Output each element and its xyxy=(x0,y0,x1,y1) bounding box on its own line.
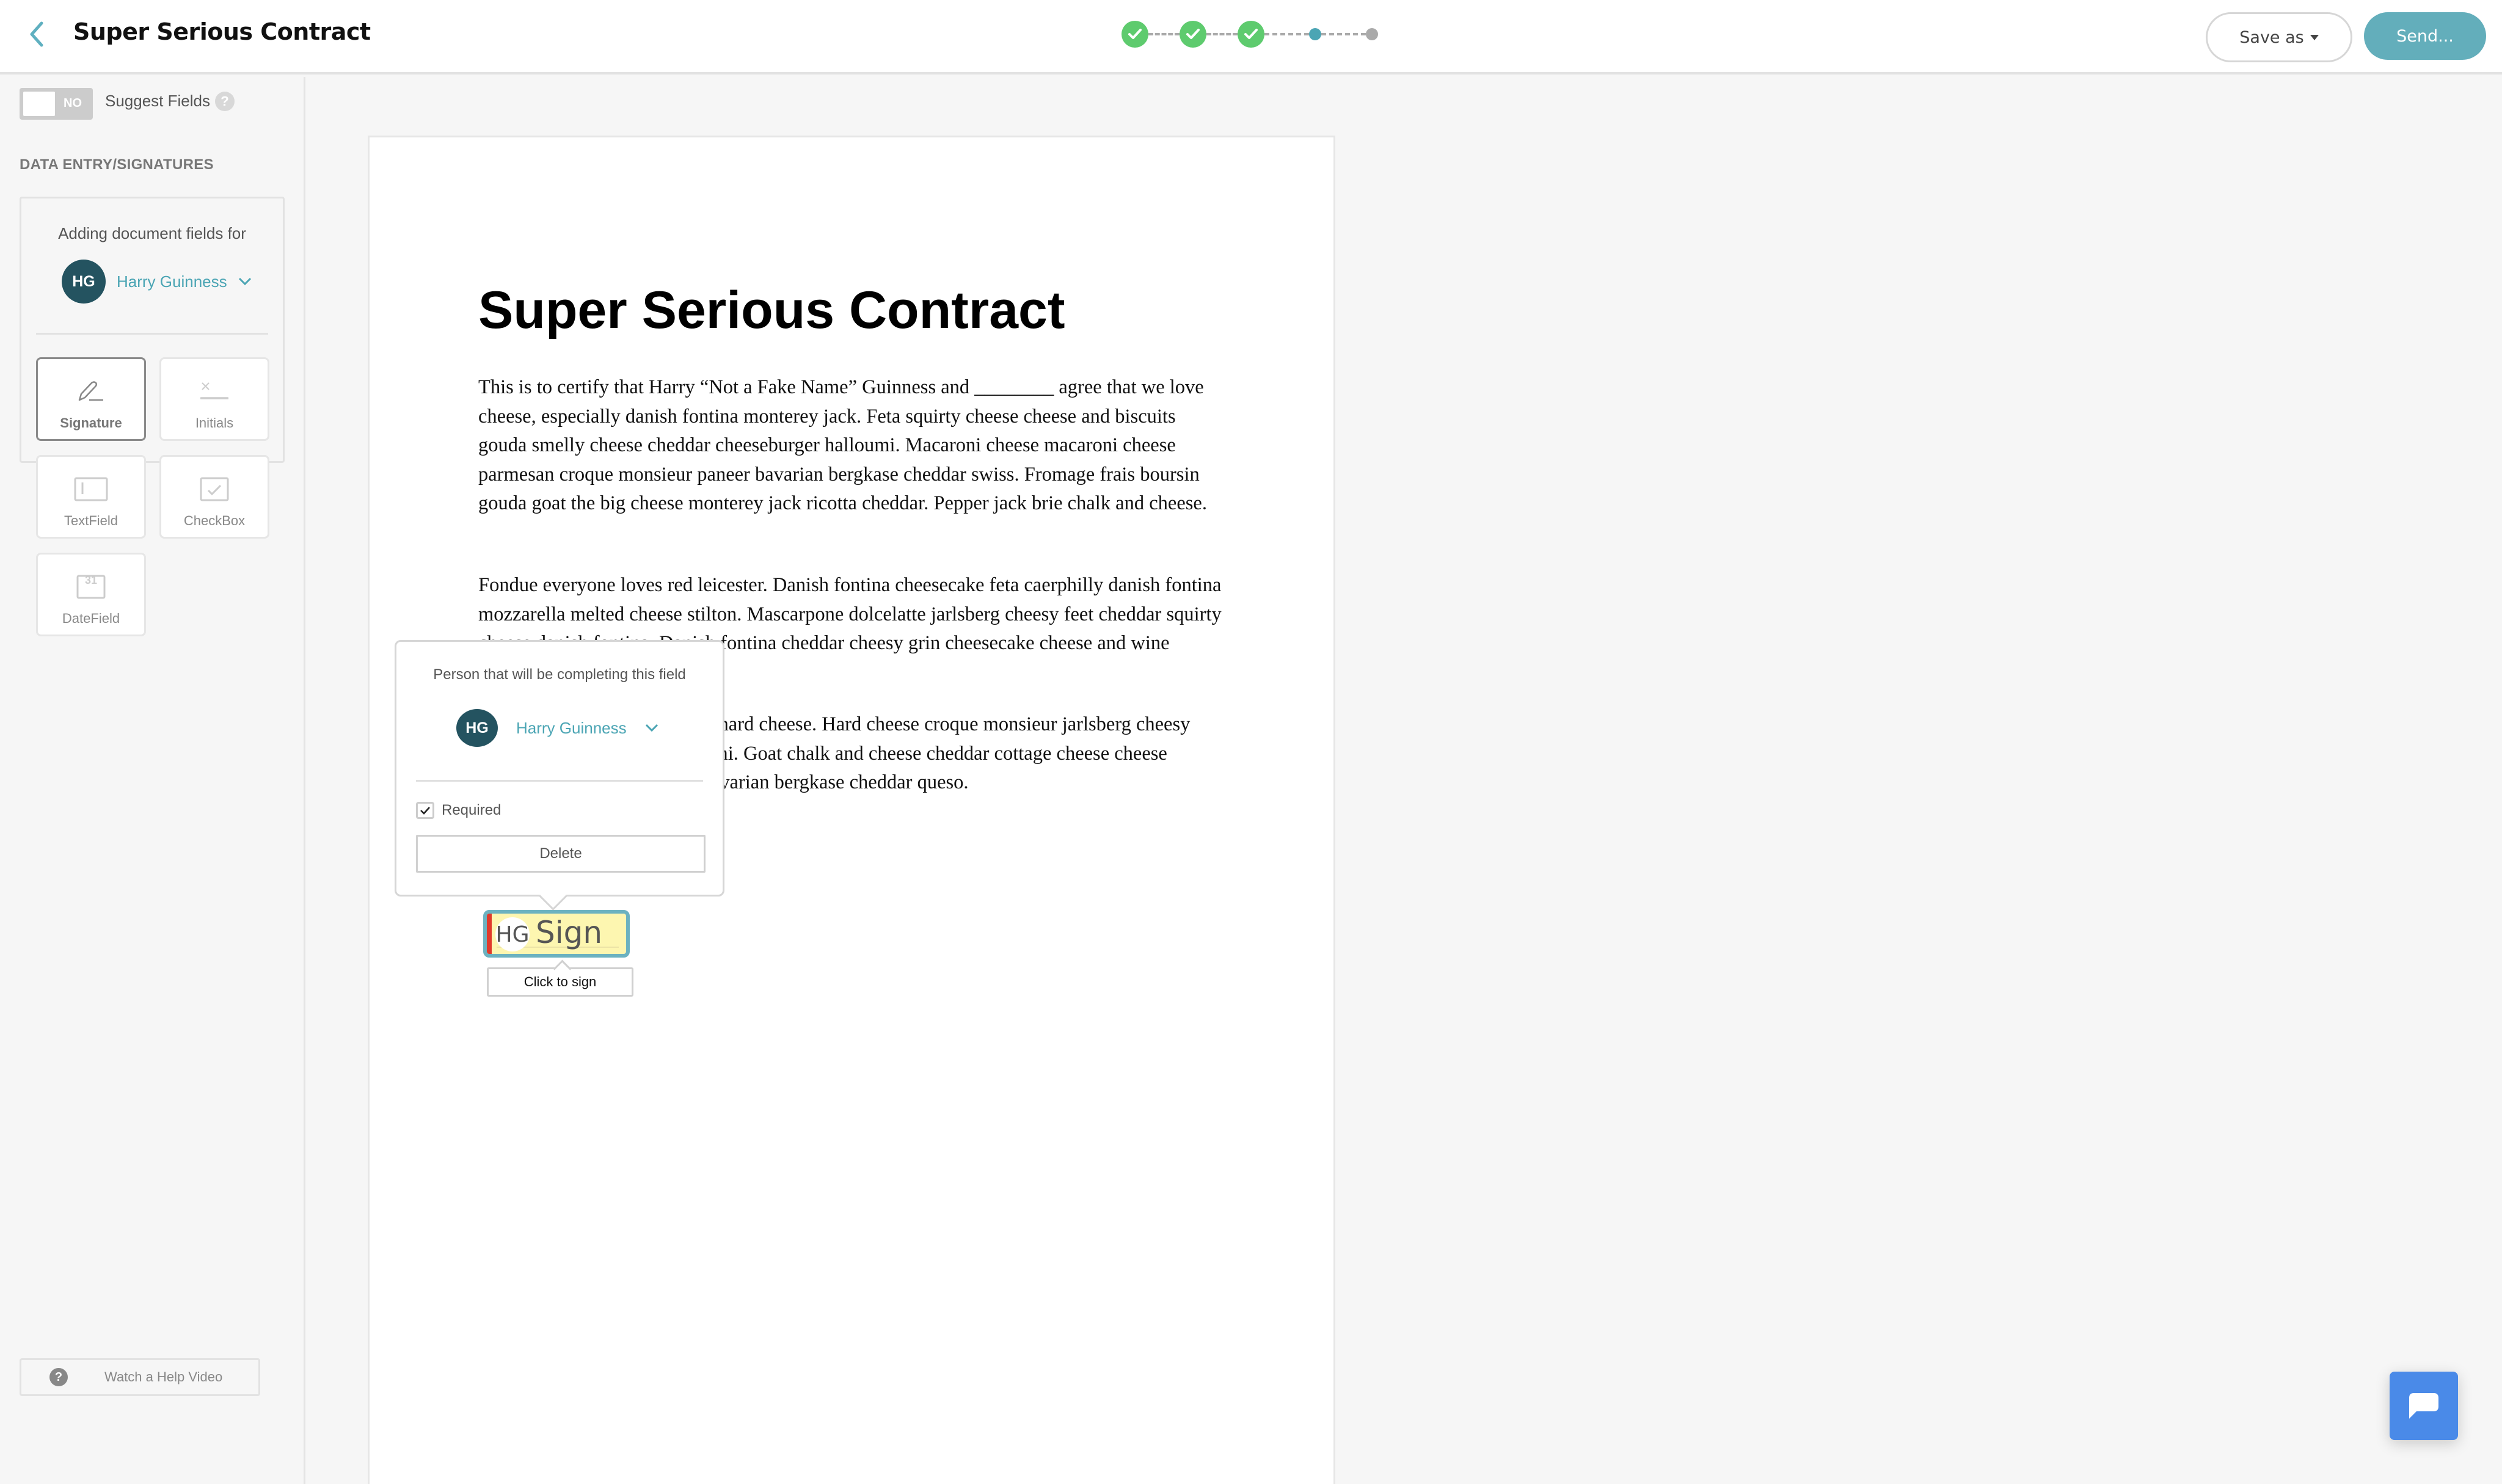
assignee-selector[interactable]: HG Harry Guinness xyxy=(62,260,252,304)
divider xyxy=(36,333,268,335)
tile-label: Initials xyxy=(195,415,234,431)
chevron-down-icon xyxy=(238,277,251,286)
progress-stepper xyxy=(1122,21,1378,48)
avatar: HG xyxy=(456,709,498,747)
fields-panel: Adding document fields for HG Harry Guin… xyxy=(20,197,285,636)
field-assignee-selector[interactable]: HG Harry Guinness xyxy=(456,709,658,747)
required-checkbox[interactable] xyxy=(416,802,434,819)
check-icon xyxy=(1128,29,1142,39)
field-type-initials[interactable]: Initials xyxy=(159,357,269,441)
step-1-complete[interactable] xyxy=(1122,21,1148,48)
sidebar: NO Suggest Fields ? DATA ENTRY/SIGNATURE… xyxy=(0,77,305,1484)
step-4-current[interactable] xyxy=(1309,28,1321,40)
step-3-complete[interactable] xyxy=(1238,21,1264,48)
save-as-button[interactable]: Save as xyxy=(2206,12,2352,62)
top-header: Super Serious Contract Save as Send... xyxy=(0,0,2502,75)
required-row: Required xyxy=(416,802,501,819)
required-label: Required xyxy=(442,802,501,818)
field-type-textfield[interactable]: TextField xyxy=(36,455,146,539)
step-connector xyxy=(1206,33,1238,35)
tile-label: CheckBox xyxy=(183,513,246,528)
tile-label: TextField xyxy=(64,513,119,528)
step-2-complete[interactable] xyxy=(1180,21,1206,48)
send-button[interactable]: Send... xyxy=(2364,12,2486,60)
toggle-state-label: NO xyxy=(64,96,82,110)
divider xyxy=(416,780,703,782)
assignee-name: Harry Guinness xyxy=(117,272,227,291)
delete-field-button[interactable]: Delete xyxy=(416,835,706,873)
chat-bubble-icon xyxy=(2409,1393,2438,1419)
help-video-label: Watch a Help Video xyxy=(104,1369,223,1384)
step-connector xyxy=(1148,33,1180,35)
calendar-day: 31 xyxy=(84,574,98,586)
assignee-name: Harry Guinness xyxy=(516,718,627,737)
adding-fields-label: Adding document fields for xyxy=(58,224,246,242)
text-field-icon xyxy=(74,477,108,501)
watch-help-video-button[interactable]: ? Watch a Help Video xyxy=(20,1358,260,1396)
document-paragraph: This is to certify that Harry “Not a Fak… xyxy=(478,376,1207,514)
check-icon xyxy=(1244,29,1258,39)
suggest-fields-toggle[interactable]: NO xyxy=(20,88,93,120)
toggle-knob xyxy=(23,92,55,116)
suggest-fields-label: Suggest Fields xyxy=(105,92,210,110)
check-icon xyxy=(420,807,430,815)
chevron-down-icon xyxy=(645,724,658,732)
tile-label: Signature xyxy=(60,415,122,431)
tile-label: DateField xyxy=(62,611,120,626)
field-type-datefield[interactable]: 31 DateField xyxy=(36,553,146,636)
back-button[interactable] xyxy=(24,21,49,48)
signer-initials-badge: HG xyxy=(495,917,530,951)
check-icon xyxy=(1186,29,1200,39)
pen-signature-icon xyxy=(78,381,103,401)
step-connector xyxy=(1264,33,1309,35)
caret-down-icon xyxy=(2310,34,2319,40)
help-icon[interactable]: ? xyxy=(215,92,235,111)
chat-button[interactable] xyxy=(2390,1372,2458,1440)
click-to-sign-tooltip: Click to sign xyxy=(487,967,633,997)
initials-icon xyxy=(200,382,228,399)
checkbox-icon xyxy=(200,477,229,501)
save-as-label: Save as xyxy=(2239,27,2304,47)
question-circle-icon: ? xyxy=(49,1368,68,1386)
document-title: Super Serious Contract xyxy=(478,281,1065,340)
popover-label: Person that will be completing this fiel… xyxy=(433,666,686,683)
avatar: HG xyxy=(62,260,106,304)
page-title: Super Serious Contract xyxy=(73,18,371,45)
step-5-upcoming[interactable] xyxy=(1366,28,1378,40)
field-type-checkbox[interactable]: CheckBox xyxy=(159,455,269,539)
sign-label: Sign xyxy=(536,915,603,950)
field-settings-popover: Person that will be completing this fiel… xyxy=(395,640,724,897)
signature-field[interactable]: HG Sign xyxy=(483,910,630,958)
field-type-signature[interactable]: Signature xyxy=(36,357,146,441)
section-heading: DATA ENTRY/SIGNATURES xyxy=(20,156,214,173)
step-connector xyxy=(1321,33,1366,35)
required-marker xyxy=(487,914,492,954)
chevron-left-icon xyxy=(30,21,43,47)
